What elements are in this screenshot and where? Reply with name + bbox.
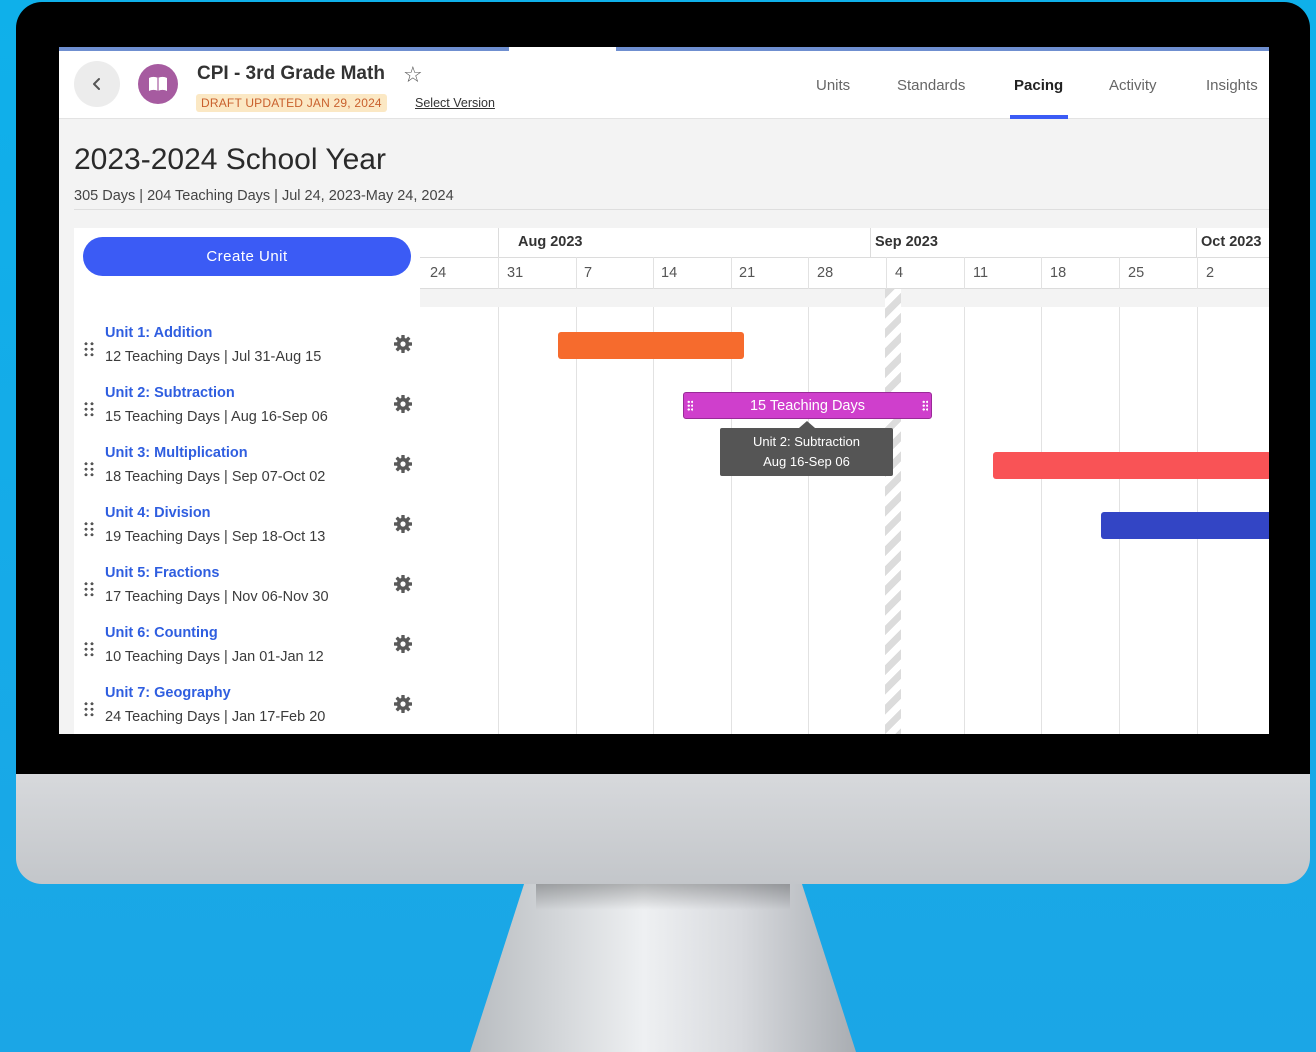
create-unit-button[interactable]: Create Unit <box>83 237 411 276</box>
unit-name-link[interactable]: Unit 4: Division <box>105 505 211 521</box>
gear-icon[interactable] <box>393 394 413 414</box>
tab-pacing[interactable]: Pacing <box>1014 77 1063 94</box>
week-label: 31 <box>507 265 524 281</box>
unit-name-link[interactable]: Unit 3: Multiplication <box>105 445 248 461</box>
grid-line <box>731 257 732 734</box>
week-label: 25 <box>1128 265 1145 281</box>
month-label: Aug 2023 <box>518 234 583 250</box>
unit-meta: 15 Teaching Days | Aug 16-Sep 06 <box>105 409 328 425</box>
unit-meta: 24 Teaching Days | Jan 17-Feb 20 <box>105 709 326 725</box>
drag-handle-icon[interactable] <box>83 701 95 717</box>
grid-line <box>1041 257 1042 734</box>
back-button[interactable] <box>74 61 120 107</box>
page-title: 2023-2024 School Year <box>74 143 386 176</box>
unit-name-link[interactable]: Unit 5: Fractions <box>105 565 219 581</box>
drag-handle-icon[interactable] <box>83 521 95 537</box>
active-tab-indicator <box>1010 115 1068 119</box>
unit-2-bar[interactable]: 15 Teaching Days <box>683 392 932 419</box>
unit-name-link[interactable]: Unit 6: Counting <box>105 625 218 641</box>
resize-handle-icon[interactable] <box>922 400 928 412</box>
unit-row[interactable]: Unit 1: Addition 12 Teaching Days | Jul … <box>74 325 420 385</box>
app-screen: CPI - 3rd Grade Math ☆ DRAFT UPDATED JAN… <box>59 47 1269 734</box>
grid-line <box>808 257 809 734</box>
unit-name-link[interactable]: Unit 1: Addition <box>105 325 212 341</box>
unit-name-link[interactable]: Unit 7: Geography <box>105 685 231 701</box>
tab-units[interactable]: Units <box>816 77 850 94</box>
gear-icon[interactable] <box>393 574 413 594</box>
week-label: 14 <box>661 265 678 281</box>
unit-row[interactable]: Unit 3: Multiplication 18 Teaching Days … <box>74 445 420 505</box>
month-header: Aug 2023 Sep 2023 Oct 2023 <box>420 228 1269 257</box>
unit-row[interactable]: Unit 2: Subtraction 15 Teaching Days | A… <box>74 385 420 445</box>
grid-line <box>576 257 577 734</box>
unit-1-bar[interactable] <box>558 332 744 359</box>
unit-tooltip: Unit 2: Subtraction Aug 16-Sep 06 <box>720 421 893 476</box>
chevron-left-icon <box>93 78 100 90</box>
bar-label: 15 Teaching Days <box>749 397 865 414</box>
favorite-star-icon[interactable]: ☆ <box>403 62 423 88</box>
pacing-timeline: Aug 2023 Sep 2023 Oct 2023 24 31 7 14 21… <box>420 228 1269 734</box>
drag-handle-icon[interactable] <box>83 401 95 417</box>
week-label: 7 <box>584 265 593 281</box>
book-icon <box>138 64 178 104</box>
draft-status-badge: DRAFT UPDATED JAN 29, 2024 <box>196 94 387 112</box>
unit-3-bar[interactable] <box>993 452 1269 479</box>
gear-icon[interactable] <box>393 514 413 534</box>
drag-handle-icon[interactable] <box>83 641 95 657</box>
divider <box>74 209 1269 210</box>
grid-line <box>498 257 499 734</box>
unit-meta: 12 Teaching Days | Jul 31-Aug 15 <box>105 349 322 365</box>
week-label: 4 <box>895 265 904 281</box>
gear-icon[interactable] <box>393 634 413 654</box>
unit-row[interactable]: Unit 4: Division 19 Teaching Days | Sep … <box>74 505 420 565</box>
week-label: 28 <box>817 265 834 281</box>
monitor-stand-shadow <box>536 884 790 910</box>
grid-line <box>1119 257 1120 734</box>
monitor-chin <box>16 774 1310 884</box>
course-title: CPI - 3rd Grade Math <box>197 63 385 84</box>
app-header: CPI - 3rd Grade Math ☆ DRAFT UPDATED JAN… <box>59 51 1269 119</box>
month-label: Oct 2023 <box>1201 234 1262 250</box>
unit-name-link[interactable]: Unit 2: Subtraction <box>105 385 235 401</box>
tab-standards[interactable]: Standards <box>897 77 965 94</box>
today-marker <box>885 289 901 734</box>
week-label: 24 <box>430 265 447 281</box>
unit-meta: 10 Teaching Days | Jan 01-Jan 12 <box>105 649 324 665</box>
gear-icon[interactable] <box>393 694 413 714</box>
unit-row[interactable]: Unit 6: Counting 10 Teaching Days | Jan … <box>74 625 420 685</box>
tooltip-title: Unit 2: Subtraction <box>753 434 860 449</box>
timeline-spacer <box>420 289 1269 307</box>
unit-meta: 19 Teaching Days | Sep 18-Oct 13 <box>105 529 326 545</box>
unit-meta: 18 Teaching Days | Sep 07-Oct 02 <box>105 469 326 485</box>
grid-line <box>653 257 654 734</box>
drag-handle-icon[interactable] <box>83 581 95 597</box>
tab-insights[interactable]: Insights <box>1206 77 1258 94</box>
gear-icon[interactable] <box>393 454 413 474</box>
week-label: 2 <box>1206 265 1215 281</box>
week-label: 21 <box>739 265 756 281</box>
resize-handle-icon[interactable] <box>687 400 693 412</box>
grid-line <box>964 257 965 734</box>
week-label: 11 <box>973 265 989 281</box>
tab-activity[interactable]: Activity <box>1109 77 1157 94</box>
unit-row[interactable]: Unit 5: Fractions 17 Teaching Days | Nov… <box>74 565 420 625</box>
drag-handle-icon[interactable] <box>83 461 95 477</box>
select-version-link[interactable]: Select Version <box>415 96 495 110</box>
unit-row[interactable]: Unit 7: Geography 24 Teaching Days | Jan… <box>74 685 420 734</box>
week-header: 24 31 7 14 21 28 4 11 18 25 2 <box>420 257 1269 289</box>
drag-handle-icon[interactable] <box>83 341 95 357</box>
unit-list-panel: Create Unit Unit 1: Addition 12 Teaching… <box>74 228 420 734</box>
tooltip-dates: Aug 16-Sep 06 <box>763 454 850 469</box>
unit-4-bar[interactable] <box>1101 512 1269 539</box>
month-label: Sep 2023 <box>875 234 938 250</box>
week-label: 18 <box>1050 265 1067 281</box>
gear-icon[interactable] <box>393 334 413 354</box>
unit-meta: 17 Teaching Days | Nov 06-Nov 30 <box>105 589 329 605</box>
grid-line <box>1197 257 1198 734</box>
school-year-summary: 305 Days | 204 Teaching Days | Jul 24, 2… <box>74 188 454 204</box>
